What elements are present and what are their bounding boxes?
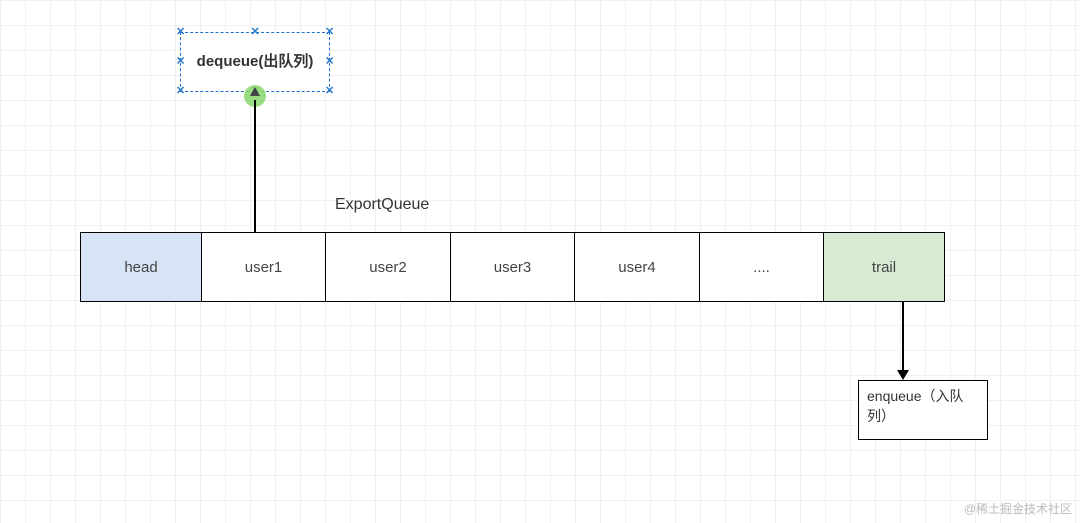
enqueue-label: enqueue（入队列） xyxy=(867,388,964,424)
selection-handle-icon[interactable]: ✕ xyxy=(176,87,185,96)
selection-handle-icon[interactable]: ✕ xyxy=(325,58,334,67)
selection-handle-icon[interactable]: ✕ xyxy=(325,87,334,96)
queue-cell: .... xyxy=(699,232,825,302)
selection-handle-icon[interactable]: ✕ xyxy=(176,28,185,37)
queue-cell: user3 xyxy=(450,232,576,302)
queue-cell: user4 xyxy=(574,232,700,302)
selection-handle-icon[interactable]: ✕ xyxy=(325,28,334,37)
dequeue-label: dequeue(出队列) xyxy=(197,52,314,72)
queue-title: ExportQueue xyxy=(335,196,429,214)
watermark: @稀土掘金技术社区 xyxy=(964,500,1072,517)
arrow-down-line xyxy=(902,302,904,372)
selection-handle-icon[interactable]: ✕ xyxy=(251,28,260,37)
arrow-down-head-icon xyxy=(897,370,909,380)
enqueue-box: enqueue（入队列） xyxy=(858,380,988,440)
queue-row: head user1 user2 user3 user4 .... trail xyxy=(80,232,945,302)
queue-trail: trail xyxy=(823,232,945,302)
queue-cell: user1 xyxy=(201,232,327,302)
queue-cell: user2 xyxy=(325,232,451,302)
queue-head: head xyxy=(80,232,202,302)
arrow-up-line xyxy=(254,100,256,232)
selection-handle-icon[interactable]: ✕ xyxy=(176,58,185,67)
dequeue-box[interactable]: dequeue(出队列) ✕ ✕ ✕ ✕ ✕ ✕ ✕ ✕ xyxy=(180,32,330,92)
